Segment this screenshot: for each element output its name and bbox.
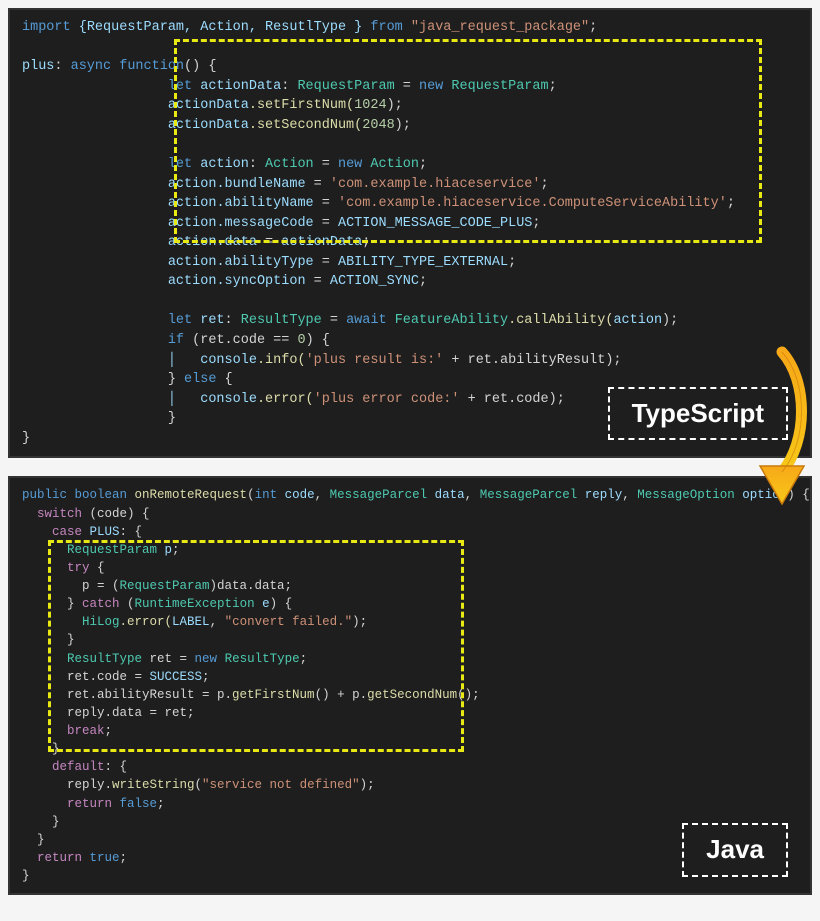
code-line (22, 135, 798, 155)
code-line: actionData.setFirstNum(1024); (22, 96, 798, 116)
code-line: public boolean onRemoteRequest(int code,… (22, 486, 798, 504)
code-line (22, 292, 798, 312)
code-line: action.abilityName = 'com.example.hiaces… (22, 194, 798, 214)
arrow-icon (746, 346, 816, 516)
code-line: │ console.info('plus result is:' + ret.a… (22, 351, 798, 371)
code-line (22, 38, 798, 58)
code-line: switch (code) { (22, 505, 798, 523)
code-line: } catch (RuntimeException e) { (22, 595, 798, 613)
code-line: try { (22, 559, 798, 577)
code-line: case PLUS: { (22, 523, 798, 541)
code-line: break; (22, 722, 798, 740)
code-line: let action: Action = new Action; (22, 155, 798, 175)
code-line: actionData.setSecondNum(2048); (22, 116, 798, 136)
java-code-block: public boolean onRemoteRequest(int code,… (8, 476, 812, 895)
code-line: action.abilityType = ABILITY_TYPE_EXTERN… (22, 253, 798, 273)
code-line: p = (RequestParam)data.data; (22, 577, 798, 595)
code-line: reply.data = ret; (22, 704, 798, 722)
code-line: if (ret.code == 0) { (22, 331, 798, 351)
code-line: ret.abilityResult = p.getFirstNum() + p.… (22, 686, 798, 704)
code-line: plus: async function() { (22, 57, 798, 77)
code-line: ret.code = SUCCESS; (22, 668, 798, 686)
typescript-code-block: import {RequestParam, Action, ResutlType… (8, 8, 812, 458)
code-line: ResultType ret = new ResultType; (22, 650, 798, 668)
code-line: return false; (22, 795, 798, 813)
code-line: import {RequestParam, Action, ResutlType… (22, 18, 798, 38)
code-line: let ret: ResultType = await FeatureAbili… (22, 311, 798, 331)
code-line: let actionData: RequestParam = new Reque… (22, 77, 798, 97)
code-line: } (22, 631, 798, 649)
code-line: action.data = actionData; (22, 233, 798, 253)
code-line: default: { (22, 758, 798, 776)
java-label: Java (682, 823, 788, 877)
code-line: } (22, 740, 798, 758)
code-line: action.syncOption = ACTION_SYNC; (22, 272, 798, 292)
code-line: reply.writeString("service not defined")… (22, 776, 798, 794)
code-line: action.bundleName = 'com.example.hiacese… (22, 175, 798, 195)
code-line: RequestParam p; (22, 541, 798, 559)
code-line: HiLog.error(LABEL, "convert failed."); (22, 613, 798, 631)
code-line: action.messageCode = ACTION_MESSAGE_CODE… (22, 214, 798, 234)
